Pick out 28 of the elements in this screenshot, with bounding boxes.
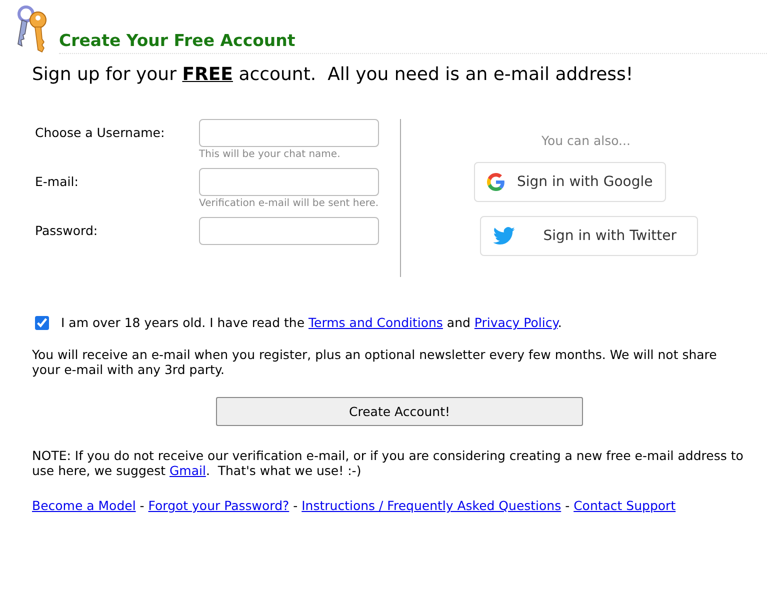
input-field[interactable] <box>199 119 379 147</box>
notice-text: You will receive an e-mail when you register, plus an optional newsletter every few months. We will not share your e-mail with any 3rd party. <box>32 347 718 377</box>
field-label: Choose a Username: <box>35 124 166 142</box>
field-hint: This will be your chat name. <box>199 149 342 160</box>
agreement-text: I am over 18 years old. I have read the Terms and Conditions and Privacy Policy. <box>61 315 562 330</box>
twitter-sign-in-button[interactable]: Sign in with Twitter <box>480 216 698 256</box>
page-title: Create Your Free Account <box>59 31 296 50</box>
footer-links: Become a Model - Forgot your Password? - Instructions / Frequently Asked Questions - Contact Support <box>32 498 677 513</box>
age-checkbox[interactable] <box>35 316 49 330</box>
field-label: Password: <box>35 222 99 240</box>
google-sign-in-button[interactable]: Sign in with Google <box>474 162 666 202</box>
field-label: E-mail: <box>35 173 80 191</box>
text-link[interactable]: Contact Support <box>574 498 676 513</box>
input-field[interactable] <box>199 168 379 196</box>
input-field[interactable] <box>199 217 379 245</box>
field-hint: Verification e-mail will be sent here. <box>199 198 379 209</box>
google-g-icon <box>487 173 505 191</box>
alternative-label: You can also... <box>542 133 630 148</box>
text-link[interactable]: Become a Model <box>32 498 136 513</box>
text-link[interactable]: Terms and Conditions <box>308 315 443 330</box>
text-link[interactable]: Forgot your Password? <box>148 498 290 513</box>
text-link[interactable]: Gmail <box>169 463 206 478</box>
headline: Sign up for your FREE account. All you need is an e-mail address! <box>32 64 634 85</box>
text-link[interactable]: Privacy Policy <box>474 315 558 330</box>
bird-icon <box>492 227 514 245</box>
text-link[interactable]: Instructions / Frequently Asked Questions <box>302 498 562 513</box>
create-account-button[interactable]: Create Account! <box>216 397 583 426</box>
note-text: NOTE: If you do not receive our verification e-mail, or if you are considering creating a new free e-mail address to use here, we suggest Gmail. That's what we use! :-) <box>32 448 744 478</box>
